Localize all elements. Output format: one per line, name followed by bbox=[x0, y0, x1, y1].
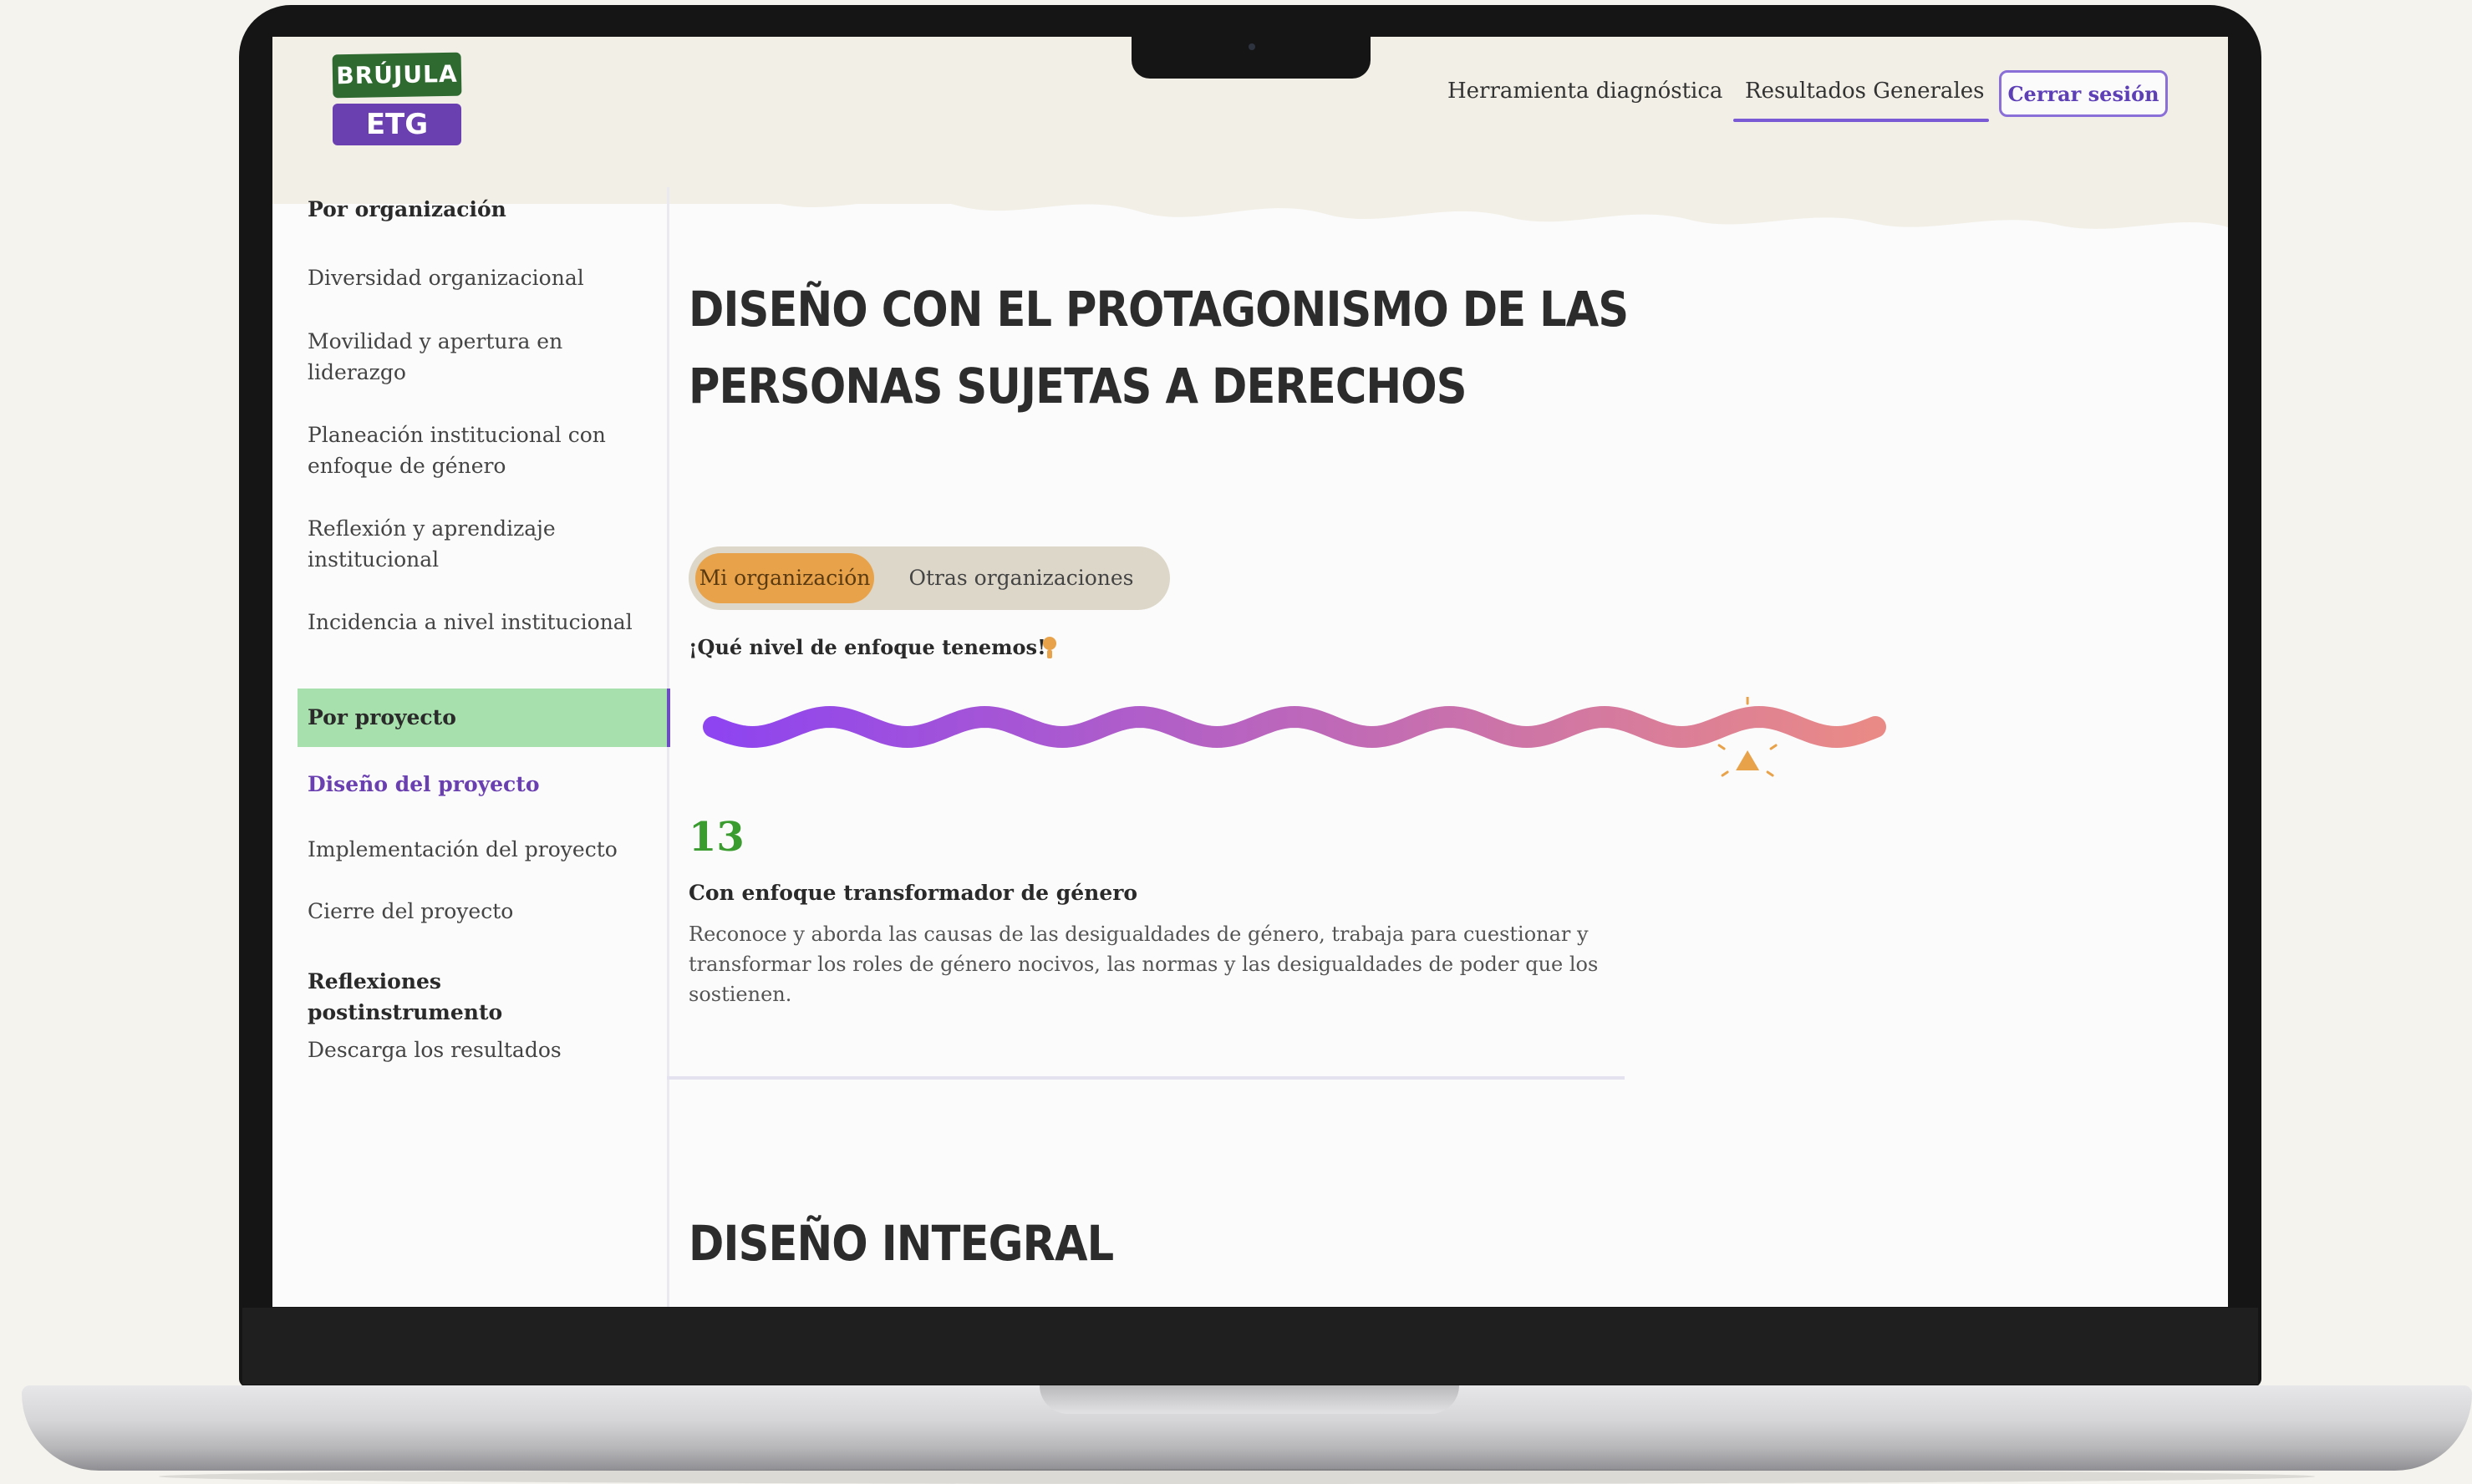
sidebar-divider bbox=[667, 187, 669, 1307]
sparkle-stroke bbox=[1769, 744, 1778, 750]
laptop-base-notch bbox=[1040, 1385, 1459, 1414]
logo-etg[interactable]: ETG bbox=[333, 104, 461, 145]
page-title-line-2: PERSONAS SUJETAS A DERECHOS bbox=[689, 358, 1467, 414]
sidebar-item-implementacion[interactable]: Implementación del proyecto bbox=[308, 834, 642, 865]
camera-icon bbox=[1249, 43, 1255, 50]
toggle-mi-organizacion[interactable]: Mi organización bbox=[695, 553, 874, 603]
sidebar-item-reflexion[interactable]: Reflexión y aprendizaje institucional bbox=[308, 513, 642, 575]
score-value: 13 bbox=[689, 814, 745, 861]
sparkle-stroke bbox=[1766, 770, 1774, 777]
logout-button[interactable]: Cerrar sesión bbox=[1999, 70, 2168, 117]
laptop-shadow bbox=[159, 1469, 2315, 1484]
sidebar-item-movilidad[interactable]: Movilidad y apertura en liderazgo bbox=[308, 326, 642, 388]
sidebar-item-diversidad[interactable]: Diversidad organizacional bbox=[308, 262, 642, 293]
sidebar-item-cierre[interactable]: Cierre del proyecto bbox=[308, 896, 642, 927]
focus-level-question: ¡Qué nivel de enfoque tenemos! bbox=[689, 635, 1046, 659]
section-title-diseno-integral: DISEÑO INTEGRAL bbox=[689, 1215, 1114, 1272]
nav-herramienta-diagnostica[interactable]: Herramienta diagnóstica bbox=[1447, 79, 1722, 104]
level-description: Reconoce y aborda las causas de las desi… bbox=[689, 922, 1599, 1006]
sidebar-item-descarga[interactable]: Descarga los resultados bbox=[308, 1034, 642, 1065]
page-title-line-1: DISEÑO CON EL PROTAGONISMO DE LAS bbox=[689, 281, 1629, 338]
sidebar-item-diseno[interactable]: Diseño del proyecto bbox=[308, 769, 642, 800]
focus-level-scale bbox=[703, 697, 1886, 777]
toggle-otras-organizaciones[interactable]: Otras organizaciones bbox=[879, 553, 1163, 603]
sparkle-stroke bbox=[1721, 770, 1729, 777]
section-divider bbox=[667, 1076, 1625, 1080]
logo-brujula[interactable]: BRÚJULA bbox=[332, 52, 462, 99]
sidebar-item-planeacion[interactable]: Planeación institucional con enfoque de … bbox=[308, 419, 642, 481]
scale-wave bbox=[703, 705, 1886, 749]
laptop-chin bbox=[242, 1308, 2258, 1385]
org-toggle: Mi organización Otras organizaciones bbox=[689, 546, 1170, 610]
sidebar-item-incidencia[interactable]: Incidencia a nivel institucional bbox=[308, 607, 642, 638]
sidebar-heading-por-organizacion: Por organización bbox=[308, 197, 506, 221]
sidebar-heading-reflexiones[interactable]: Reflexiones postinstrumento bbox=[308, 966, 642, 1028]
nav-resultados-generales[interactable]: Resultados Generales bbox=[1745, 79, 1984, 104]
nav-active-indicator bbox=[1733, 119, 1989, 122]
app-screen: BRÚJULA ETG Herramienta diagnóstica Resu… bbox=[272, 37, 2228, 1307]
sparkle-stroke bbox=[1717, 744, 1726, 750]
scale-marker bbox=[1736, 750, 1760, 770]
page-title: DISEÑO CON EL PROTAGONISMO DE LAS PERSON… bbox=[689, 271, 1645, 424]
level-title: Con enfoque transformador de género bbox=[689, 881, 1138, 905]
lightbulb-icon bbox=[1043, 637, 1056, 658]
sidebar-heading-por-proyecto[interactable]: Por proyecto bbox=[308, 702, 642, 733]
